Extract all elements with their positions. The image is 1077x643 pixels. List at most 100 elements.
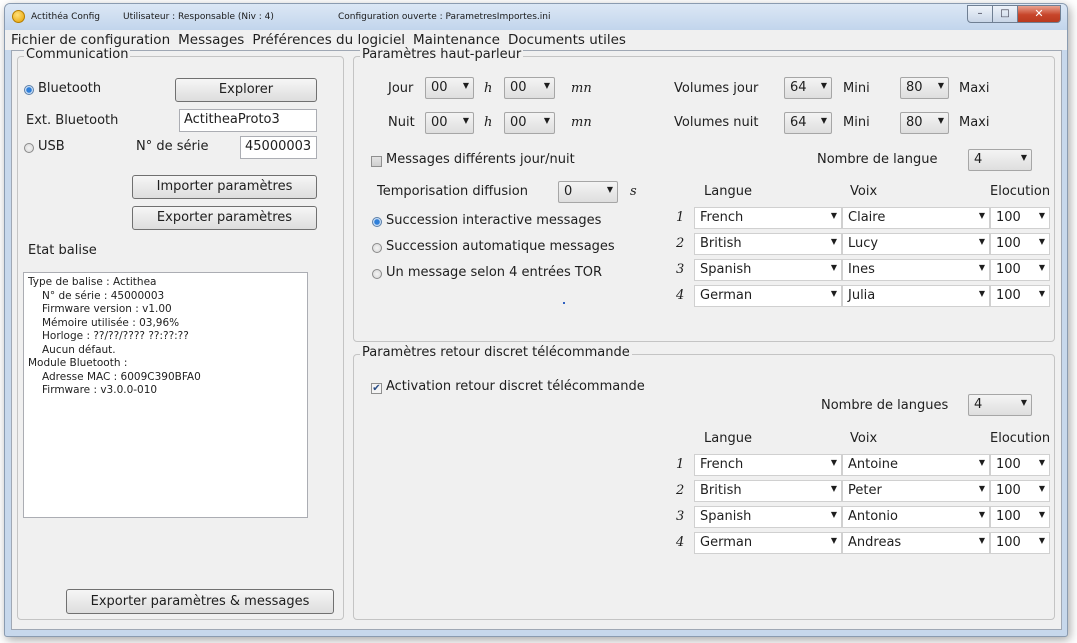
volumes-jour-label: Volumes jour [674, 81, 759, 96]
elocution-select[interactable]: 100 ▼ [990, 259, 1050, 281]
langue-select[interactable]: French ▼ [694, 207, 842, 229]
elocution-select[interactable]: 100 ▼ [990, 454, 1050, 476]
elocution-select[interactable]: 100 ▼ [990, 480, 1050, 502]
h-label: h [484, 115, 493, 130]
maxi-jour-select[interactable]: 80 ▼ [900, 77, 949, 99]
volume-nuit-select[interactable]: 64 ▼ [784, 112, 832, 134]
chevron-down-icon: ▼ [830, 536, 837, 545]
status-line: Horloge : ??/??/???? ??:??:?? [42, 330, 189, 342]
diff-messages-checkbox[interactable] [371, 156, 382, 167]
main-panel: Communication Bluetooth Explorer Ext. Bl… [11, 47, 1062, 630]
volume-jour-select[interactable]: 64 ▼ [784, 77, 832, 99]
chevron-down-icon: ▼ [978, 458, 985, 467]
chevron-down-icon: ▼ [1038, 536, 1045, 545]
elocution-select[interactable]: 100 ▼ [990, 233, 1050, 255]
chevron-down-icon: ▼ [830, 289, 837, 298]
diff-messages-label: Messages différents jour/nuit [386, 152, 575, 167]
voix-select[interactable]: Andreas ▼ [842, 532, 990, 554]
maxi-nuit-select[interactable]: 80 ▼ [900, 112, 949, 134]
focus-dot [563, 302, 565, 304]
radio-automatic[interactable] [372, 243, 382, 253]
chevron-down-icon: ▼ [1038, 484, 1045, 493]
bluetooth-label: Bluetooth [38, 81, 102, 96]
radio-tor[interactable] [372, 269, 382, 279]
col-langue: Langue [704, 184, 752, 199]
menu-preferences-du-logiciel[interactable]: Préférences du logiciel [248, 32, 409, 48]
usb-radio[interactable] [24, 143, 34, 153]
minimize-icon[interactable]: – [967, 5, 993, 23]
voix-select[interactable]: Lucy ▼ [842, 233, 990, 255]
menu-messages[interactable]: Messages [174, 32, 248, 48]
activation-label: Activation retour discret télécommande [386, 379, 645, 394]
close-icon[interactable]: ✕ [1018, 5, 1061, 23]
col-langue: Langue [704, 431, 752, 446]
user-level: Utilisateur : Responsable (Niv : 4) [123, 12, 274, 22]
export-parameters-button[interactable]: Exporter paramètres [132, 206, 317, 230]
bluetooth-radio[interactable] [24, 85, 34, 95]
col-voix: Voix [850, 184, 878, 199]
langue-select[interactable]: Spanish ▼ [694, 506, 842, 528]
status-line: Firmware version : v1.00 [42, 303, 172, 315]
chevron-down-icon: ▼ [978, 211, 985, 220]
ext-bluetooth-field[interactable]: ActitheaProto3 [179, 109, 317, 132]
jour-minute-select[interactable]: 00 ▼ [504, 77, 555, 99]
langue-select[interactable]: French ▼ [694, 454, 842, 476]
nuit-hour-select[interactable]: 00 ▼ [425, 112, 474, 134]
communication-group: Communication Bluetooth Explorer Ext. Bl… [17, 47, 344, 620]
nombre-langue-select[interactable]: 4 ▼ [968, 149, 1032, 171]
radio-automatic-label: Succession automatique messages [386, 239, 615, 254]
chevron-down-icon: ▼ [606, 185, 613, 194]
title-bar[interactable]: Actithéa Config Utilisateur : Responsabl… [5, 4, 1067, 30]
chevron-down-icon: ▼ [978, 237, 985, 246]
export-parameters-messages-button[interactable]: Exporter paramètres & messages [66, 589, 334, 614]
radio-interactive[interactable] [372, 217, 382, 227]
elocution-select[interactable]: 100 ▼ [990, 207, 1050, 229]
chevron-down-icon: ▼ [1038, 289, 1045, 298]
row-number: 3 [676, 509, 685, 524]
menu-fichier-de-configuration[interactable]: Fichier de configuration [7, 32, 174, 48]
chevron-down-icon: ▼ [937, 81, 944, 90]
langue-select[interactable]: Spanish ▼ [694, 259, 842, 281]
nombre-langues-label: Nombre de langues [821, 398, 949, 413]
app-window: Actithéa Config Utilisateur : Responsabl… [4, 3, 1068, 637]
tempo-select[interactable]: 0 ▼ [558, 181, 618, 203]
maximize-icon[interactable]: □ [993, 5, 1018, 23]
langue-select[interactable]: British ▼ [694, 233, 842, 255]
usb-label: USB [38, 139, 65, 154]
voix-select[interactable]: Julia ▼ [842, 285, 990, 307]
voix-select[interactable]: Antoine ▼ [842, 454, 990, 476]
jour-hour-select[interactable]: 00 ▼ [425, 77, 474, 99]
nuit-label: Nuit [388, 115, 415, 130]
chevron-down-icon: ▼ [978, 263, 985, 272]
explorer-button[interactable]: Explorer [175, 78, 317, 102]
menu-documents-utiles[interactable]: Documents utiles [504, 32, 630, 48]
voix-select[interactable]: Claire ▼ [842, 207, 990, 229]
chevron-down-icon: ▼ [830, 211, 837, 220]
voix-select[interactable]: Antonio ▼ [842, 506, 990, 528]
activation-checkbox[interactable]: ✔ [371, 383, 382, 394]
chevron-down-icon: ▼ [1038, 211, 1045, 220]
nuit-minute-select[interactable]: 00 ▼ [504, 112, 555, 134]
langue-select[interactable]: British ▼ [694, 480, 842, 502]
elocution-select[interactable]: 100 ▼ [990, 532, 1050, 554]
nombre-langues-select[interactable]: 4 ▼ [968, 394, 1032, 416]
tempo-unit: s [630, 184, 637, 199]
status-line: N° de série : 45000003 [42, 289, 165, 302]
elocution-select[interactable]: 100 ▼ [990, 506, 1050, 528]
import-parameters-button[interactable]: Importer paramètres [132, 175, 317, 199]
mn-label: mn [571, 81, 592, 96]
row-number: 2 [676, 236, 685, 251]
row-number: 2 [676, 483, 685, 498]
voix-select[interactable]: Ines ▼ [842, 259, 990, 281]
langue-select[interactable]: German ▼ [694, 285, 842, 307]
radio-interactive-label: Succession interactive messages [386, 213, 602, 228]
chevron-down-icon: ▼ [1038, 510, 1045, 519]
langue-select[interactable]: German ▼ [694, 532, 842, 554]
open-config: Configuration ouverte : ParametresImport… [338, 12, 551, 22]
serial-field[interactable]: 45000003 [240, 136, 317, 159]
menu-maintenance[interactable]: Maintenance [409, 32, 504, 48]
elocution-select[interactable]: 100 ▼ [990, 285, 1050, 307]
status-line: Module Bluetooth : [28, 357, 128, 369]
voix-select[interactable]: Peter ▼ [842, 480, 990, 502]
etat-balise-label: Etat balise [28, 243, 97, 258]
